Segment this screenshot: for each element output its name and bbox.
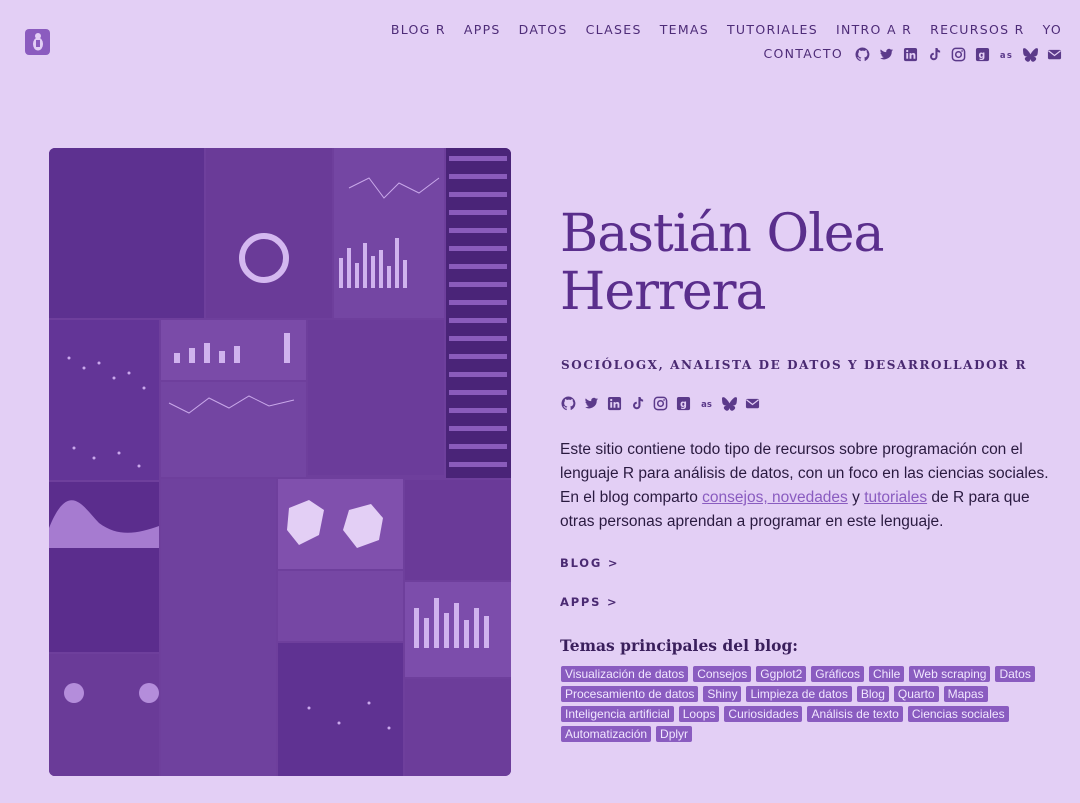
instagram-icon[interactable]	[951, 47, 966, 62]
topic-tags: Visualización de datos Consejos Ggplot2 …	[561, 666, 1041, 742]
nav-recursos-r[interactable]: RECURSOS R	[930, 18, 1025, 42]
link-consejos-novedades[interactable]: consejos, novedades	[702, 489, 848, 506]
tag-consejos[interactable]: Consejos	[693, 666, 752, 682]
blog-cta-link[interactable]: BLOG >	[560, 556, 619, 570]
tag-chile[interactable]: Chile	[868, 666, 905, 682]
instagram-icon[interactable]	[653, 396, 668, 411]
tag-blog[interactable]: Blog	[856, 686, 889, 702]
tag-automatizacion[interactable]: Automatización	[561, 726, 652, 742]
svg-text:g: g	[979, 49, 987, 60]
apps-cta-link[interactable]: APPS >	[560, 595, 618, 609]
tag-shiny[interactable]: Shiny	[703, 686, 742, 702]
tag-dplyr[interactable]: Dplyr	[656, 726, 693, 742]
tag-procesamiento-de-datos[interactable]: Procesamiento de datos	[561, 686, 699, 702]
bluesky-icon[interactable]	[722, 396, 737, 411]
tag-mapas[interactable]: Mapas	[943, 686, 988, 702]
tag-curiosidades[interactable]: Curiosidades	[724, 706, 803, 722]
tiktok-icon[interactable]	[630, 396, 645, 411]
nav-blog-r[interactable]: BLOG R	[391, 18, 446, 42]
bluesky-icon[interactable]	[1023, 47, 1038, 62]
nav-row-2: CONTACTO g as	[382, 42, 1062, 66]
profile-social-icons: g as	[561, 396, 760, 411]
tag-datos[interactable]: Datos	[995, 666, 1035, 682]
collage-graphic	[49, 148, 511, 776]
lastfm-icon[interactable]: as	[999, 47, 1014, 62]
tag-ggplot2[interactable]: Ggplot2	[756, 666, 807, 682]
page-title: Bastián Olea Herrera	[560, 204, 885, 322]
svg-text:g: g	[680, 399, 687, 410]
nav-contacto[interactable]: CONTACTO	[763, 42, 843, 66]
email-icon[interactable]	[745, 396, 760, 411]
goodreads-icon[interactable]: g	[975, 47, 990, 62]
tiktok-icon[interactable]	[927, 47, 942, 62]
nav-apps[interactable]: APPS	[464, 18, 501, 42]
github-icon[interactable]	[855, 46, 870, 62]
tag-visualizacion-de-datos[interactable]: Visualización de datos	[561, 666, 689, 682]
lastfm-icon[interactable]: as	[699, 396, 714, 411]
linkedin-icon[interactable]	[903, 47, 918, 62]
tag-ciencias-sociales[interactable]: Ciencias sociales	[907, 706, 1009, 722]
tag-quarto[interactable]: Quarto	[893, 686, 939, 702]
tag-inteligencia-artificial[interactable]: Inteligencia artificial	[561, 706, 674, 722]
profile-subtitle: SOCIÓLOGX, ANALISTA DE DATOS Y DESARROLL…	[561, 358, 1028, 372]
nav-social-icons: g as	[855, 46, 1062, 62]
site-logo[interactable]	[25, 29, 50, 55]
nav-row-1: BLOG R APPS DATOS CLASES TEMAS TUTORIALE…	[382, 18, 1062, 42]
email-icon[interactable]	[1047, 47, 1062, 62]
nav-clases[interactable]: CLASES	[586, 18, 642, 42]
hero-collage-image	[49, 148, 511, 776]
tag-limpieza-de-datos[interactable]: Limpieza de datos	[746, 686, 852, 702]
nav-datos[interactable]: DATOS	[519, 18, 568, 42]
nav-tutoriales[interactable]: TUTORIALES	[727, 18, 818, 42]
twitter-icon[interactable]	[879, 47, 894, 62]
linkedin-icon[interactable]	[607, 396, 622, 411]
tag-analisis-de-texto[interactable]: Análisis de texto	[807, 706, 903, 722]
github-icon[interactable]	[561, 396, 576, 411]
site-description: Este sitio contiene todo tipo de recurso…	[560, 438, 1060, 534]
nav-temas[interactable]: TEMAS	[660, 18, 709, 42]
nav-intro-a-r[interactable]: INTRO A R	[836, 18, 912, 42]
topics-heading: Temas principales del blog:	[560, 636, 799, 655]
twitter-icon[interactable]	[584, 396, 599, 411]
svg-text:as: as	[1000, 49, 1013, 59]
main-nav: BLOG R APPS DATOS CLASES TEMAS TUTORIALE…	[382, 18, 1062, 66]
tag-graficos[interactable]: Gráficos	[811, 666, 864, 682]
goodreads-icon[interactable]: g	[676, 396, 691, 411]
tag-web-scraping[interactable]: Web scraping	[909, 666, 991, 682]
svg-text:as: as	[701, 399, 712, 409]
link-tutoriales[interactable]: tutoriales	[864, 489, 927, 506]
tag-loops[interactable]: Loops	[678, 706, 720, 722]
description-text-y: y	[847, 489, 865, 506]
nav-yo[interactable]: YO	[1043, 18, 1062, 42]
